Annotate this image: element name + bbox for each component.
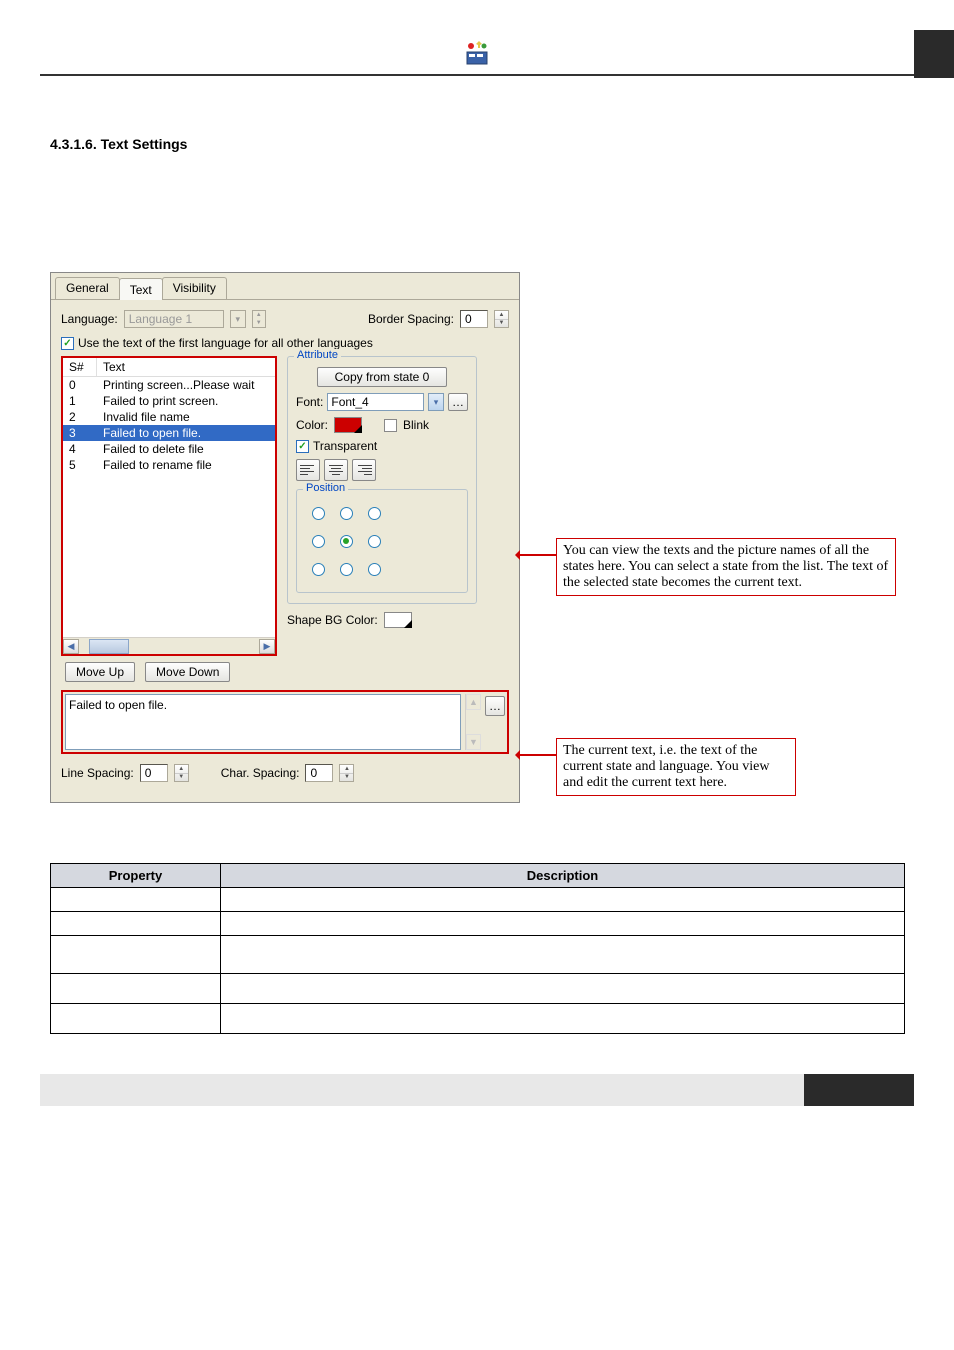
font-dropdown-icon[interactable]: ▾ — [428, 393, 444, 411]
pos-top-center-radio[interactable] — [340, 507, 353, 520]
font-combo[interactable]: Font_4 — [327, 393, 424, 411]
color-label: Color: — [296, 418, 328, 432]
language-combo: Language 1 — [124, 310, 224, 328]
tab-visibility[interactable]: Visibility — [162, 277, 227, 299]
scroll-left-icon[interactable]: ◀ — [63, 639, 79, 654]
section-heading: 4.3.1.6. Text Settings — [50, 136, 904, 152]
state-text-list[interactable]: S# Text 0Printing screen...Please wait1F… — [61, 356, 277, 656]
list-item[interactable]: 3Failed to open file. — [63, 425, 275, 441]
table-row — [51, 974, 905, 1004]
move-down-button[interactable]: Move Down — [145, 662, 230, 682]
left-column: S# Text 0Printing screen...Please wait1F… — [61, 356, 277, 682]
shape-bg-color-swatch[interactable] — [384, 612, 412, 628]
list-horizontal-scrollbar[interactable]: ◀ ▶ — [63, 637, 275, 654]
textarea-scrollbar: ▲ ▼ — [465, 694, 481, 750]
line-spacing-spinner[interactable]: ▲▼ — [174, 764, 189, 782]
scroll-right-icon[interactable]: ▶ — [259, 639, 275, 654]
blink-label: Blink — [403, 418, 429, 432]
table-header-description: Description — [221, 864, 905, 888]
language-dropdown-icon: ▾ — [230, 310, 246, 328]
pos-top-left-radio[interactable] — [312, 507, 325, 520]
textarea-scroll-up-icon: ▲ — [466, 694, 481, 710]
list-item[interactable]: 1Failed to print screen. — [63, 393, 275, 409]
use-first-language-label: Use the text of the first language for a… — [78, 336, 373, 350]
pos-top-right-radio[interactable] — [368, 507, 381, 520]
callout-list-description: You can view the texts and the picture n… — [556, 538, 896, 596]
align-left-button[interactable] — [296, 459, 320, 481]
move-up-button[interactable]: Move Up — [65, 662, 135, 682]
attribute-group: Attribute Copy from state 0 Font: Font_4… — [287, 356, 477, 604]
position-group: Position — [296, 489, 468, 593]
table-header-property: Property — [51, 864, 221, 888]
pos-bot-center-radio[interactable] — [340, 563, 353, 576]
attribute-legend: Attribute — [294, 349, 341, 361]
callout-current-text-description: The current text, i.e. the text of the c… — [556, 738, 796, 796]
blink-checkbox[interactable] — [384, 419, 397, 432]
border-spacing-spinner[interactable]: ▲▼ — [494, 310, 509, 328]
char-spacing-label: Char. Spacing: — [221, 766, 300, 780]
pos-bot-left-radio[interactable] — [312, 563, 325, 576]
column-header-s: S# — [63, 358, 97, 376]
language-spinner: ▲▼ — [252, 310, 266, 328]
text-browse-button[interactable]: … — [485, 696, 505, 716]
line-spacing-label: Line Spacing: — [61, 766, 134, 780]
copy-from-state-button[interactable]: Copy from state 0 — [317, 367, 447, 387]
list-item[interactable]: 5Failed to rename file — [63, 457, 275, 473]
footer-bar — [40, 1074, 914, 1106]
position-legend: Position — [303, 482, 348, 494]
footer-dark-block — [804, 1074, 914, 1106]
right-column: Attribute Copy from state 0 Font: Font_4… — [287, 356, 477, 682]
header-logo-icon — [463, 40, 491, 71]
pos-mid-left-radio[interactable] — [312, 535, 325, 548]
list-item[interactable]: 0Printing screen...Please wait — [63, 377, 275, 393]
property-table: Property Description — [50, 863, 905, 1034]
pos-mid-right-radio[interactable] — [368, 535, 381, 548]
char-spacing-input[interactable]: 0 — [305, 764, 333, 782]
text-settings-dialog: General Text Visibility Language: Langua… — [50, 272, 520, 803]
table-row — [51, 912, 905, 936]
font-browse-button[interactable]: … — [448, 393, 468, 411]
callout-arrow-1 — [516, 554, 556, 556]
align-right-button[interactable] — [352, 459, 376, 481]
header-dark-block — [914, 30, 954, 78]
language-label: Language: — [61, 312, 118, 326]
list-item[interactable]: 2Invalid file name — [63, 409, 275, 425]
pos-bot-right-radio[interactable] — [368, 563, 381, 576]
align-center-button[interactable] — [324, 459, 348, 481]
tab-bar: General Text Visibility — [51, 273, 519, 300]
color-swatch[interactable] — [334, 417, 362, 433]
callout-arrow-2 — [516, 754, 556, 756]
transparent-label: Transparent — [313, 439, 377, 453]
line-spacing-input[interactable]: 0 — [140, 764, 168, 782]
use-first-language-checkbox[interactable]: ✓ — [61, 337, 74, 350]
column-header-text: Text — [97, 358, 275, 376]
pos-mid-center-radio[interactable] — [340, 535, 353, 548]
table-row — [51, 1004, 905, 1034]
list-item[interactable]: 4Failed to delete file — [63, 441, 275, 457]
shape-bg-label: Shape BG Color: — [287, 613, 378, 627]
current-text-input[interactable]: Failed to open file. — [65, 694, 461, 750]
tab-text[interactable]: Text — [119, 278, 163, 300]
font-label: Font: — [296, 395, 323, 409]
table-row — [51, 936, 905, 974]
border-spacing-input[interactable]: 0 — [460, 310, 488, 328]
scroll-thumb[interactable] — [89, 639, 129, 654]
table-row — [51, 888, 905, 912]
textarea-scroll-down-icon: ▼ — [466, 734, 481, 750]
header-rule — [40, 0, 914, 76]
border-spacing-label: Border Spacing: — [368, 312, 454, 326]
tab-general[interactable]: General — [55, 277, 120, 299]
char-spacing-spinner[interactable]: ▲▼ — [339, 764, 354, 782]
transparent-checkbox[interactable]: ✓ — [296, 440, 309, 453]
current-text-wrap: Failed to open file. ▲ ▼ … — [61, 690, 509, 754]
